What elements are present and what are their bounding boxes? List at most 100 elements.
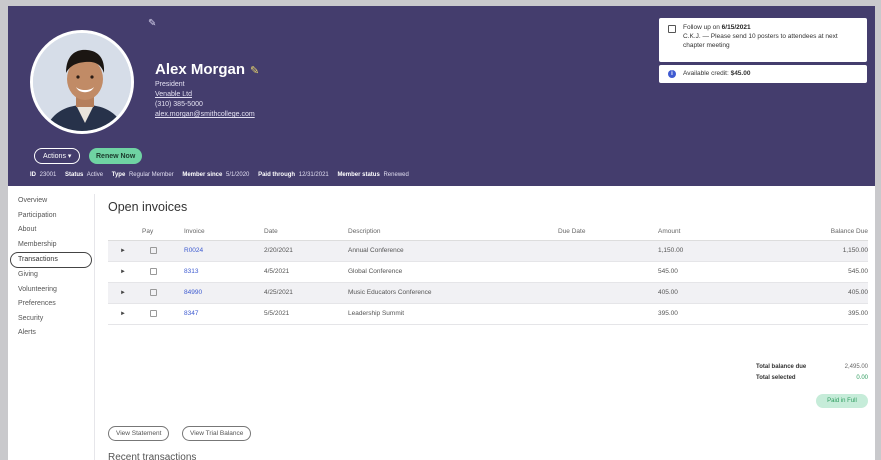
table-header-row: Pay Invoice Date Description Due Date Am… [108, 224, 868, 241]
sidebar-item-alerts[interactable]: Alerts [8, 326, 94, 341]
page-title: Open invoices [108, 200, 188, 214]
balance-cell: 1,150.00 [766, 240, 868, 262]
totals-summary: Total balance due 2,495.00 Total selecte… [756, 364, 868, 386]
pay-cell [142, 282, 184, 304]
pay-checkbox[interactable] [150, 288, 157, 296]
renew-now-button[interactable]: Renew Now [89, 148, 143, 164]
sidebar-item-membership[interactable]: Membership [8, 238, 94, 253]
member-meta-row: ID 23001 Status Active Type Regular Memb… [30, 172, 416, 178]
col-pay: Pay [142, 224, 184, 241]
sidebar-item-volunteering[interactable]: Volunteering [8, 283, 94, 298]
total-due-label: Total balance due [756, 364, 807, 370]
calendar-icon [668, 25, 676, 33]
total-selected-value: 0.00 [856, 375, 868, 381]
follow-up-notice[interactable]: Follow up on 6/15/2021 C.K.J. — Please s… [659, 18, 867, 62]
date-cell: 4/5/2021 [264, 261, 348, 283]
table-row: ► 8347 5/5/2021 Leadership Summit 395.00… [108, 303, 868, 325]
profile-page: ✎ Alex Morgan ✎ President Venable Ltd (31… [8, 6, 875, 460]
invoice-cell: 8313 [184, 261, 264, 283]
total-due-row: Total balance due 2,495.00 [756, 364, 868, 375]
edit-cover-icon[interactable]: ✎ [148, 18, 156, 29]
col-date[interactable]: Date [264, 224, 348, 241]
due-date-cell [558, 303, 658, 325]
pay-checkbox[interactable] [150, 309, 157, 317]
sidebar-divider [94, 194, 95, 460]
table-row: ► R0024 2/20/2021 Annual Conference 1,15… [108, 240, 868, 262]
total-due-value: 2,495.00 [844, 364, 868, 370]
amount-cell: 405.00 [658, 282, 766, 304]
pay-cell [142, 240, 184, 262]
credit-value: $45.00 [730, 70, 751, 77]
meta-member-since: Member since 5/1/2020 [182, 172, 250, 178]
expand-row-icon[interactable]: ► [108, 303, 142, 325]
date-cell: 5/5/2021 [264, 303, 348, 325]
date-cell: 2/20/2021 [264, 240, 348, 262]
member-company-link[interactable]: Venable Ltd [155, 91, 259, 98]
pay-cell [142, 261, 184, 283]
sidebar-item-about[interactable]: About [8, 223, 94, 238]
invoice-cell: R0024 [184, 240, 264, 262]
amount-cell: 545.00 [658, 261, 766, 283]
col-amount[interactable]: Amount [658, 224, 766, 241]
meta-id: ID 23001 [30, 172, 57, 178]
amount-cell: 395.00 [658, 303, 766, 325]
description-cell: Music Educators Conference [348, 282, 558, 304]
member-name: Alex Morgan [155, 61, 246, 78]
meta-paid-through: Paid through 12/31/2021 [258, 172, 329, 178]
balance-cell: 545.00 [766, 261, 868, 283]
profile-header: ✎ Alex Morgan ✎ President Venable Ltd (31… [8, 6, 875, 186]
expand-row-icon[interactable]: ► [108, 261, 142, 283]
pay-checkbox[interactable] [150, 267, 157, 275]
view-statement-button[interactable]: View Statement [108, 426, 170, 441]
sidebar-item-transactions[interactable]: Transactions [10, 252, 92, 268]
sidebar-item-overview[interactable]: Overview [8, 194, 94, 209]
paid-in-full-button[interactable]: Paid in Full [816, 394, 868, 408]
description-cell: Leadership Summit [348, 303, 558, 325]
total-selected-label: Total selected [756, 375, 796, 381]
member-title: President [155, 81, 185, 88]
invoice-link[interactable]: R0024 [184, 247, 203, 254]
due-date-cell [558, 261, 658, 283]
col-description[interactable]: Description [348, 224, 558, 241]
member-info: Alex Morgan ✎ President Venable Ltd (310)… [155, 61, 259, 118]
meta-member-status: Member status Renewed [337, 172, 409, 178]
sidebar-nav: Overview Participation About Membership … [8, 194, 94, 341]
actions-button[interactable]: Actions ▾ [34, 148, 81, 164]
sidebar-item-participation[interactable]: Participation [8, 209, 94, 224]
col-expand [108, 224, 142, 241]
follow-up-text: C.K.J. — Please send 10 posters to atten… [683, 32, 838, 49]
invoice-link[interactable]: 8347 [184, 310, 198, 317]
total-selected-row: Total selected 0.00 [756, 375, 868, 386]
pay-checkbox[interactable] [150, 246, 157, 254]
description-cell: Global Conference [348, 261, 558, 283]
info-icon: i [668, 70, 676, 78]
col-balance-due[interactable]: Balance Due [766, 224, 868, 241]
invoices-table: Pay Invoice Date Description Due Date Am… [108, 224, 868, 325]
member-name-row: Alex Morgan ✎ [155, 61, 259, 78]
main-content: Open invoices Pay Invoice Date Descripti… [108, 200, 868, 460]
avatar [30, 30, 134, 134]
sidebar-item-giving[interactable]: Giving [8, 268, 94, 283]
pay-cell [142, 303, 184, 325]
sidebar-item-preferences[interactable]: Preferences [8, 297, 94, 312]
invoice-cell: 8347 [184, 303, 264, 325]
col-invoice[interactable]: Invoice [184, 224, 264, 241]
recent-transactions-title: Recent transactions [108, 452, 197, 460]
invoice-cell: 84990 [184, 282, 264, 304]
available-credit-notice: i Available credit: $45.00 [659, 65, 867, 83]
expand-row-icon[interactable]: ► [108, 240, 142, 262]
due-date-cell [558, 240, 658, 262]
expand-row-icon[interactable]: ► [108, 282, 142, 304]
balance-cell: 405.00 [766, 282, 868, 304]
member-email-link[interactable]: alex.morgan@smithcollege.com [155, 111, 259, 118]
col-due-date[interactable]: Due Date [558, 224, 658, 241]
edit-name-icon[interactable]: ✎ [250, 65, 259, 77]
description-cell: Annual Conference [348, 240, 558, 262]
due-date-cell [558, 282, 658, 304]
sidebar-item-security[interactable]: Security [8, 312, 94, 327]
invoice-link[interactable]: 84990 [184, 289, 202, 296]
view-trial-balance-button[interactable]: View Trial Balance [182, 426, 252, 441]
invoice-link[interactable]: 8313 [184, 268, 198, 275]
meta-status: Status Active [65, 172, 104, 178]
table-row: ► 8313 4/5/2021 Global Conference 545.00… [108, 261, 868, 283]
